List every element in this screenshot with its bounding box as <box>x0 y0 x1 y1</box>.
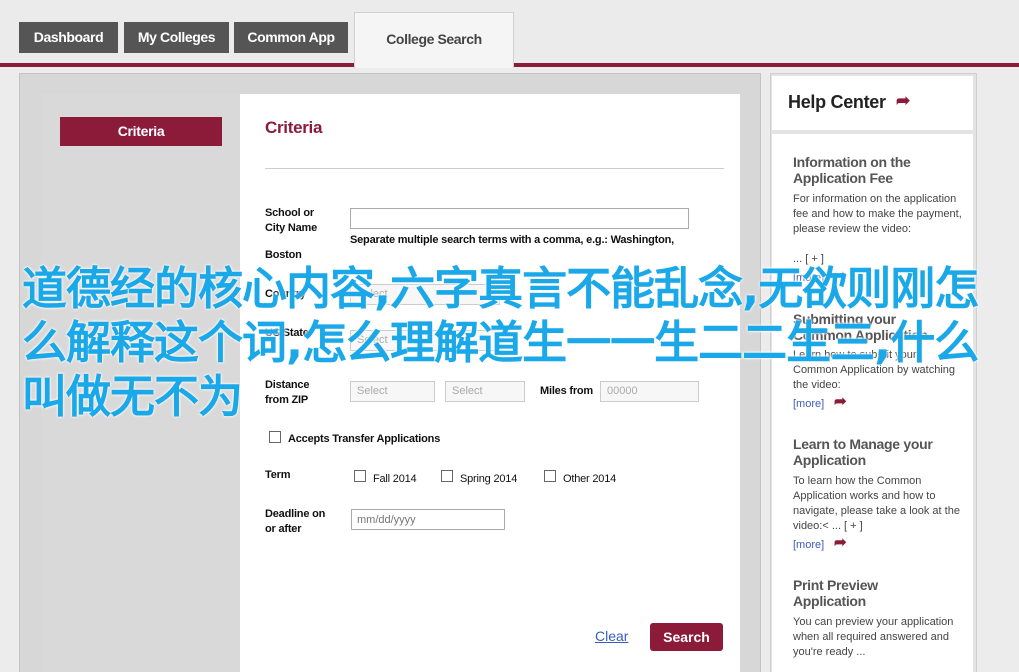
term-other-checkbox[interactable] <box>544 470 556 482</box>
search-button[interactable]: Search <box>650 623 723 651</box>
school-hint: Separate multiple search terms with a co… <box>350 234 674 246</box>
deadline-input[interactable] <box>351 509 505 530</box>
deadline-label: Deadline on or after <box>265 508 326 535</box>
term-spring-checkbox[interactable] <box>441 470 453 482</box>
help-arrow-icon[interactable]: ➦ <box>896 91 910 111</box>
school-label: School or City Name <box>265 207 317 234</box>
help-fee-title[interactable]: Information on the Application Fee <box>793 154 943 186</box>
page-title: Criteria <box>265 118 323 137</box>
help-manage-more[interactable]: [more] <box>793 539 824 551</box>
help-fee-text: For information on the application fee a… <box>793 193 962 235</box>
tab-college-search[interactable]: College Search <box>354 12 514 68</box>
term-other-label: Other 2014 <box>563 473 617 485</box>
help-manage-arrow-icon[interactable]: ➦ <box>834 533 847 551</box>
clear-link[interactable]: Clear <box>595 628 628 644</box>
overlay-caption: 道德经的核心内容,六字真言不能乱念,无欲则刚怎么解释这个词,怎么理解道生一一生二… <box>22 262 979 423</box>
term-label: Term <box>265 469 291 481</box>
school-input[interactable] <box>350 208 689 229</box>
tab-dashboard[interactable]: Dashboard <box>19 22 118 53</box>
term-fall-label: Fall 2014 <box>373 473 417 485</box>
transfer-checkbox[interactable] <box>269 431 281 443</box>
term-fall-checkbox[interactable] <box>354 470 366 482</box>
help-manage-text: To learn how the Common Application work… <box>793 475 960 532</box>
divider <box>265 168 724 169</box>
transfer-label: Accepts Transfer Applications <box>288 433 441 445</box>
tab-common-app[interactable]: Common App <box>234 22 348 53</box>
help-title[interactable]: Help Center <box>788 92 886 113</box>
term-spring-label: Spring 2014 <box>460 473 518 485</box>
help-manage-title[interactable]: Learn to Manage your Application <box>793 436 963 468</box>
school-hint-cont: Boston <box>265 249 302 261</box>
criteria-button[interactable]: Criteria <box>60 117 222 146</box>
tab-my-colleges[interactable]: My Colleges <box>124 22 229 53</box>
help-print-text: You can preview your application when al… <box>793 616 954 658</box>
help-print-title[interactable]: Print Preview Application <box>793 577 943 609</box>
